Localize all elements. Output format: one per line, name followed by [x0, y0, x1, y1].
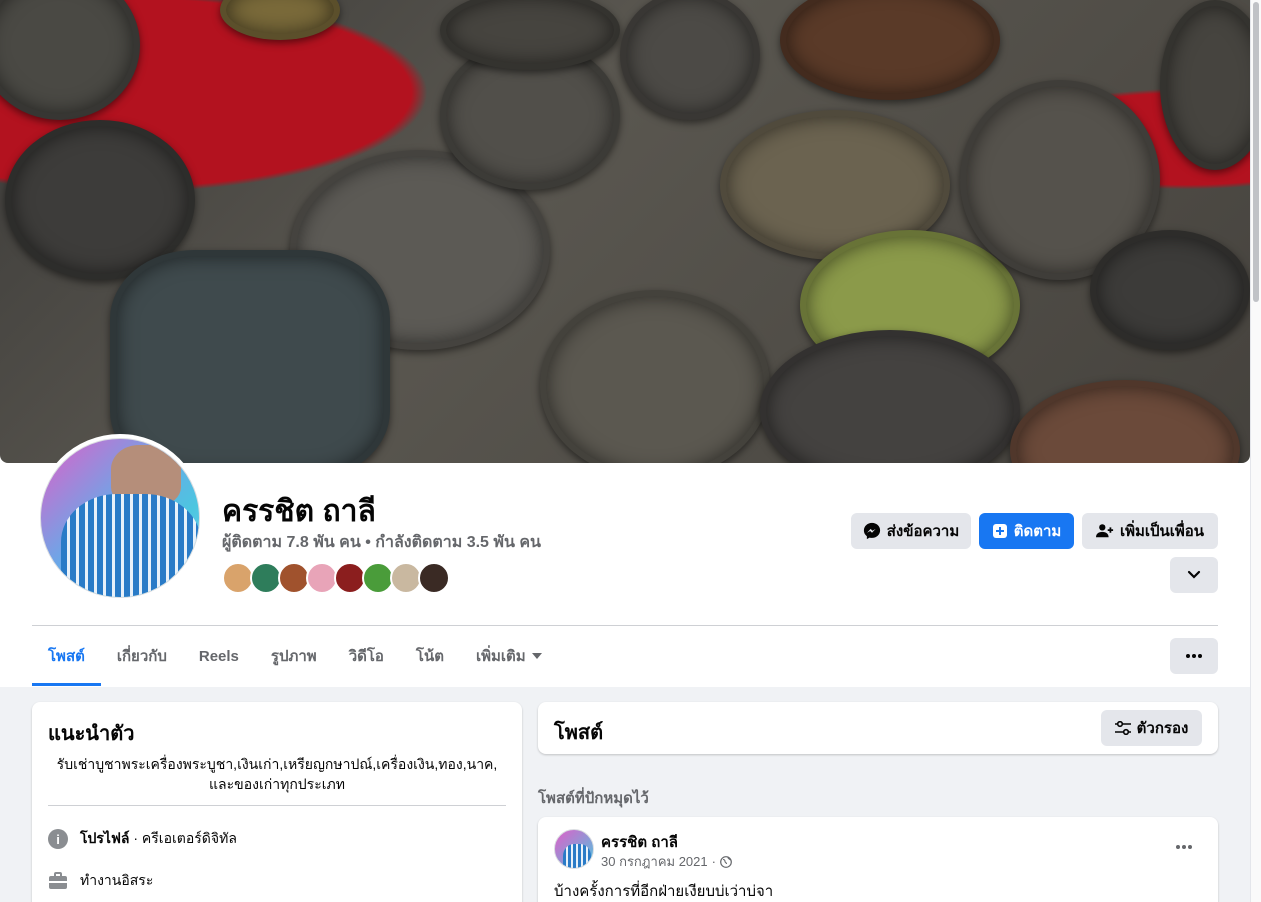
add-friend-icon: [1095, 524, 1114, 538]
follow-icon: [992, 524, 1007, 538]
coin: [440, 0, 620, 70]
message-label: ส่งข้อความ: [886, 523, 960, 540]
tab-label: เกี่ยวกับ: [116, 648, 167, 665]
add-friend-label: เพิ่มเป็นเพื่อน: [1119, 523, 1205, 540]
post-meta: 30 กรกฎาคม 2021 ·: [601, 851, 732, 872]
intro-bio: รับเช่าบูชาพระเครื่องพระบูชา,เงินเก่า,เห…: [48, 754, 506, 794]
ellipsis-icon: [1176, 845, 1192, 849]
profile-tabs: โพสต์ เกี่ยวกับ Reels รูปภาพ วิดีโอ โน้ต…: [32, 626, 558, 686]
tab-photos[interactable]: รูปภาพ: [255, 626, 333, 686]
message-button[interactable]: ส่งข้อความ: [851, 513, 971, 549]
ellipsis-icon: [1186, 654, 1202, 658]
tab-label: โพสต์: [48, 648, 85, 665]
coin: [1010, 380, 1240, 463]
profile-picture[interactable]: [36, 434, 204, 602]
coin: [110, 250, 390, 463]
tab-label: วิดีโอ: [348, 648, 384, 665]
friend-avatar[interactable]: [418, 562, 450, 594]
profile-label: โปรไฟล์: [80, 830, 130, 846]
work-text: ทำงานอิสระ: [80, 872, 154, 888]
intro-work-item: ทำงานอิสระ: [48, 870, 153, 892]
mutual-friends-list[interactable]: [222, 562, 450, 594]
tab-videos[interactable]: วิดีโอ: [333, 626, 400, 686]
coin: [540, 290, 770, 463]
intro-bio-line: และของเก่าทุกประเภท: [209, 776, 345, 792]
pinned-post-card: ครรชิต ถาลี 30 กรกฎาคม 2021 · บ้างครั้งก…: [538, 817, 1218, 902]
intro-bio-line: รับเช่าบูชาพระเครื่องพระบูชา,เงินเก่า,เห…: [56, 756, 498, 772]
coin: [1090, 230, 1250, 350]
profile-name: ครรชิต ถาลี: [222, 495, 376, 528]
avatar-shirt: [61, 494, 199, 597]
posts-title: โพสต์: [554, 722, 604, 744]
tab-posts[interactable]: โพสต์: [32, 626, 101, 686]
cover-photo[interactable]: [0, 0, 1250, 463]
post-author-avatar[interactable]: [554, 829, 594, 869]
tab-label: Reels: [198, 647, 239, 665]
post-options-button[interactable]: [1164, 829, 1204, 865]
caret-down-icon: [531, 653, 542, 659]
tab-about[interactable]: เกี่ยวกับ: [101, 626, 183, 686]
tab-notes[interactable]: โน้ต: [400, 626, 460, 686]
tab-label: รูปภาพ: [270, 648, 317, 665]
add-friend-button[interactable]: เพิ่มเป็นเพื่อน: [1082, 513, 1218, 549]
globe-icon: [720, 855, 732, 868]
scrollbar-thumb[interactable]: [1253, 2, 1259, 302]
filter-icon: [1114, 721, 1131, 735]
posts-header-card: โพสต์ ตัวกรอง: [538, 702, 1218, 754]
coin: [780, 0, 1000, 100]
intro-title: แนะนำตัว: [48, 723, 135, 745]
expand-button[interactable]: [1170, 557, 1218, 593]
info-icon: i: [48, 829, 68, 849]
coin: [620, 0, 760, 120]
tab-label: เพิ่มเติม: [475, 648, 526, 665]
separator: ·: [711, 854, 716, 869]
briefcase-icon: [49, 872, 67, 889]
filter-button[interactable]: ตัวกรอง: [1101, 710, 1202, 746]
tab-label: โน้ต: [415, 648, 444, 665]
intro-card: แนะนำตัว รับเช่าบูชาพระเครื่องพระบูชา,เง…: [32, 702, 522, 902]
profile-category: · ครีเอเตอร์ดิจิทัล: [129, 830, 237, 846]
post-text: บ้างครั้งการที่อีกฝ่ายเงียบบ่เว่าบ่จา: [554, 883, 774, 900]
tab-reels[interactable]: Reels: [183, 626, 255, 686]
scrollbar[interactable]: [1250, 0, 1261, 902]
coin: [220, 0, 340, 40]
intro-divider: [48, 805, 506, 806]
coin: [0, 0, 140, 120]
chevron-down-icon: [1187, 570, 1201, 579]
filter-label: ตัวกรอง: [1136, 720, 1189, 737]
follow-label: ติดตาม: [1013, 523, 1062, 540]
post-date[interactable]: 30 กรกฎาคม 2021: [601, 851, 708, 872]
messenger-icon: [863, 522, 880, 540]
coin: [1160, 0, 1250, 170]
pinned-posts-label: โพสต์ที่ปักหมุดไว้: [538, 790, 649, 807]
follower-stats[interactable]: ผู้ติดตาม 7.8 พัน คน • กำลังติดตาม 3.5 พ…: [222, 530, 541, 555]
tab-more[interactable]: เพิ่มเติม: [460, 626, 558, 686]
more-options-button[interactable]: [1170, 638, 1218, 674]
avatar: [40, 438, 200, 598]
intro-profile-item: i โปรไฟล์ · ครีเอเตอร์ดิจิทัล: [48, 828, 237, 850]
follow-button[interactable]: ติดตาม: [979, 513, 1074, 549]
